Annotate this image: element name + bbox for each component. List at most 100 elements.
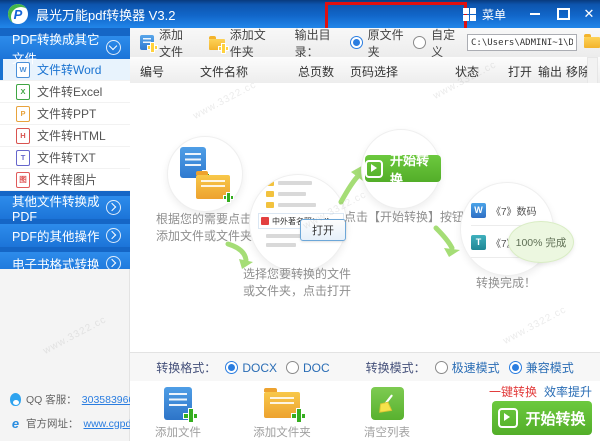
tutorial-step1-caption: 根据您的需要点击 添加文件或文件夹 — [155, 212, 252, 243]
menu-label: 菜单 — [482, 7, 507, 22]
sidebar: PDF转换成其它文件 W 文件转Word X 文件转Excel P 文件转PPT… — [0, 28, 152, 441]
minimize-icon — [530, 13, 540, 15]
plus-icon — [292, 409, 305, 422]
excel-file-icon: X — [16, 83, 30, 100]
website-label: 官方网址： — [26, 418, 79, 430]
folder-list-row — [266, 191, 346, 197]
folder-list-row — [266, 202, 346, 208]
plus-icon — [218, 43, 228, 53]
plus-icon — [184, 409, 197, 422]
radio-source-folder[interactable] — [349, 36, 363, 49]
toolbar: 添加文件 添加文件夹 输出目录： 原文件夹 自定义 — [130, 26, 600, 60]
add-folder-action[interactable]: 添加文件夹 — [242, 386, 322, 440]
format-label: 转换格式： — [156, 361, 217, 375]
radio-format-doc[interactable] — [285, 361, 299, 374]
chevron-down-icon — [106, 40, 121, 55]
browse-folder-button[interactable] — [584, 34, 600, 48]
tutorial-step2-caption: 选择您要转换的文件 或文件夹，点击打开 — [242, 267, 351, 298]
col-open: 打开 — [508, 65, 533, 79]
ppt-file-icon: P — [16, 105, 30, 122]
sidebar-item-txt[interactable]: T 文件转TXT — [0, 147, 130, 169]
start-convert-button[interactable]: 开始转换 — [492, 401, 592, 435]
sidebar-item-ppt[interactable]: P 文件转PPT — [0, 103, 130, 125]
col-filename: 文件名称 — [200, 65, 249, 79]
output-dir-label: 输出目录： — [294, 27, 331, 59]
radio-mode-compat[interactable] — [508, 361, 522, 374]
plus-icon — [224, 193, 233, 202]
radio-custom-folder-label: 自定义 — [431, 27, 456, 59]
close-button[interactable]: ✕ — [576, 0, 600, 28]
clear-list-action[interactable]: 清空列表 — [347, 386, 427, 440]
app-window: P 晨光万能pdf转换器 V3.2 菜单 ✕ PDF转换成其它文件 W 文件转W… — [0, 0, 600, 441]
sidebar-footer: QQ 客服： 303583960 e 官方网址： www.cgpdf.net — [0, 269, 152, 441]
arrow-down-right-icon — [225, 241, 253, 269]
maximize-button[interactable] — [550, 0, 576, 28]
add-folder-icon — [264, 388, 305, 422]
mode-compat-label: 兼容模式 — [525, 361, 574, 375]
tutorial-step1-circle — [167, 136, 243, 212]
broom-icon — [379, 394, 393, 413]
sidebar-group-pdf-operations[interactable]: PDF的其他操作 — [0, 224, 130, 247]
window-title: 晨光万能pdf转换器 V3.2 — [36, 7, 176, 23]
qq-service-row: QQ 客服： 303583960 — [10, 392, 134, 407]
radio-mode-fast[interactable] — [434, 361, 448, 374]
titlebar: P 晨光万能pdf转换器 V3.2 菜单 ✕ — [0, 0, 600, 31]
col-number: 编号 — [140, 65, 165, 79]
folder-list-row — [266, 180, 346, 186]
add-file-icon — [140, 35, 157, 52]
mode-label: 转换模式： — [365, 361, 426, 375]
radio-source-folder-label: 原文件夹 — [367, 27, 404, 59]
sidebar-group-pdf-to-other[interactable]: PDF转换成其它文件 — [0, 33, 130, 66]
plus-icon — [148, 43, 157, 52]
bottom-action-bar: 添加文件 添加文件夹 清空列表 一键转换 效率提升 开始转换 — [130, 381, 600, 441]
col-pages: 总页数 — [298, 65, 335, 79]
sidebar-item-word[interactable]: W 文件转Word — [0, 59, 130, 81]
progress-bubble: 100% 完成 — [508, 221, 574, 263]
qq-number-link[interactable]: 303583960 — [82, 394, 135, 406]
sidebar-item-excel[interactable]: X 文件转Excel — [0, 81, 130, 103]
minimize-button[interactable] — [522, 0, 548, 28]
menu-button[interactable]: 菜单 — [463, 0, 506, 28]
txt-file-icon: T — [16, 149, 30, 166]
maximize-icon — [556, 8, 570, 20]
sidebar-group-other-to-pdf[interactable]: 其他文件转换成PDF — [0, 195, 130, 224]
arrow-down-right-icon — [433, 225, 460, 257]
file-table-header: 编号 文件名称 总页数 页码选择 状态 打开 输出 移除 — [130, 57, 600, 84]
file-list-row — [266, 243, 346, 247]
clear-list-icon — [370, 387, 404, 420]
chevron-right-icon — [106, 228, 121, 243]
add-file-icon — [164, 387, 197, 422]
txt-badge-icon: T — [471, 234, 486, 250]
format-doc-label: DOC — [302, 360, 330, 375]
add-folder-icon — [208, 35, 228, 53]
word-badge-icon: W — [471, 202, 486, 218]
image-file-icon: 图 — [16, 171, 30, 188]
add-file-button[interactable]: 添加文件 — [140, 26, 194, 60]
radio-format-docx[interactable] — [225, 361, 239, 374]
promo-text: 一键转换 效率提升 — [488, 385, 592, 399]
tutorial-step3-caption: 点击【开始转换】按钮 — [343, 210, 464, 224]
sidebar-item-image[interactable]: 图 文件转图片 — [0, 169, 130, 191]
sidebar-items: W 文件转Word X 文件转Excel P 文件转PPT H 文件转HTML … — [0, 59, 130, 191]
qq-service-label: QQ 客服： — [26, 394, 77, 406]
word-file-icon: W — [16, 61, 30, 78]
format-docx-label: DOCX — [242, 360, 277, 375]
main-panel: 添加文件 添加文件夹 输出目录： 原文件夹 自定义 编号 文件名称 总页数 页码… — [130, 28, 600, 441]
chevron-right-icon — [106, 200, 121, 215]
sidebar-item-html[interactable]: H 文件转HTML — [0, 125, 130, 147]
col-status: 状态 — [455, 65, 480, 79]
folder-icon — [196, 171, 233, 202]
qq-icon — [10, 393, 21, 406]
file-table-body: 根据您的需要点击添加文件或文件夹 中外著名释*.pdf 打开 选择您 — [130, 83, 600, 352]
options-bar: 转换格式： DOCX DOC 转换模式： 极速模式 兼容模式 — [130, 352, 600, 382]
output-path-input[interactable] — [467, 34, 577, 51]
start-convert-illustration: 开始转换 — [365, 153, 441, 187]
play-icon — [498, 408, 519, 428]
play-icon — [365, 159, 383, 178]
radio-custom-folder[interactable] — [413, 36, 427, 49]
col-pagerange: 页码选择 — [350, 65, 399, 79]
add-file-action[interactable]: 添加文件 — [138, 386, 218, 440]
app-logo-icon: P — [8, 4, 28, 24]
add-folder-button[interactable]: 添加文件夹 — [208, 26, 274, 60]
ie-browser-icon: e — [11, 416, 20, 431]
